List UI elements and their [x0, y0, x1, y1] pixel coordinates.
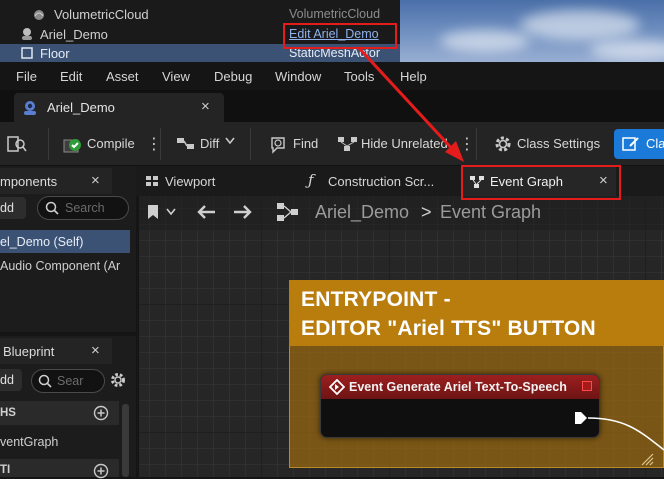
annotation-arrow [356, 45, 464, 162]
